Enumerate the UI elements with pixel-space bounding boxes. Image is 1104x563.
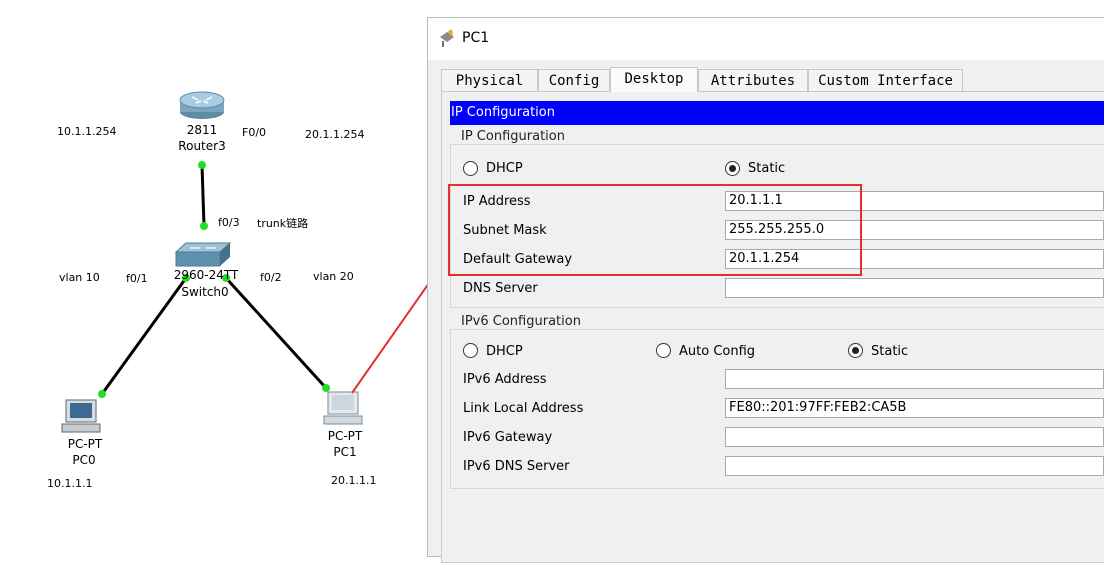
link-switch-pc1 (224, 276, 328, 390)
link-local-address-label: Link Local Address (463, 401, 584, 416)
window-title: PC1 (462, 30, 490, 46)
window-titlebar[interactable]: PC1 (428, 18, 1104, 60)
switch-model-label: 2960-24TT (173, 268, 239, 282)
dns-server-label: DNS Server (463, 281, 538, 296)
ipv6-dns-server-input[interactable] (725, 456, 1104, 476)
link-router-switch (200, 164, 206, 227)
ipv6-dhcp-radio[interactable] (463, 343, 478, 358)
link-local-address-input[interactable]: FE80::201:97FF:FEB2:CA5B (725, 398, 1104, 418)
port-dot (98, 390, 106, 398)
ipv4-dhcp-label: DHCP (486, 161, 523, 176)
ipv6-address-label: IPv6 Address (463, 372, 547, 387)
ipv6-auto-config-label: Auto Config (679, 344, 756, 359)
ipv6-address-input[interactable] (725, 369, 1104, 389)
ipv6-static-label: Static (871, 344, 909, 359)
port-left-label: f0/1 (126, 272, 148, 285)
trunk-label: trunk链路 (257, 217, 309, 230)
packet-tracer-icon (440, 29, 454, 47)
ipv6-group-title: IPv6 Configuration (458, 314, 584, 329)
ipv4-static-radio[interactable] (725, 161, 740, 176)
router-name-label: Router3 (178, 139, 226, 153)
pc1-model-label: PC-PT (327, 429, 363, 443)
ipv6-static-radio[interactable] (848, 343, 863, 358)
pc0-model-label: PC-PT (67, 437, 103, 451)
ipv4-group-title: IP Configuration (458, 129, 568, 144)
dns-server-input[interactable] (725, 278, 1104, 298)
ipv6-gateway-label: IPv6 Gateway (463, 430, 553, 445)
tab-physical[interactable]: Physical (441, 69, 538, 91)
right-gateway-label: 20.1.1.254 (305, 128, 365, 141)
pc0-ip-label: 10.1.1.1 (47, 477, 93, 490)
pc0-icon[interactable] (61, 399, 101, 433)
highlight-box (448, 184, 862, 276)
router-icon[interactable] (179, 91, 225, 119)
annotation-arrow (351, 271, 430, 394)
ipv4-dhcp-radio[interactable] (463, 161, 478, 176)
ipv6-dhcp-label: DHCP (486, 344, 523, 359)
tab-config[interactable]: Config (538, 69, 610, 91)
router-model-label: 2811 (186, 123, 218, 137)
ipv4-static-label: Static (748, 161, 786, 176)
switch-name-label: Switch0 (181, 285, 229, 299)
port-right-label: f0/2 (260, 271, 282, 284)
ip-configuration-header: IP Configuration (450, 101, 1104, 125)
router-port-label: F0/0 (242, 126, 267, 139)
left-gateway-label: 10.1.1.254 (57, 125, 117, 138)
port-dot (198, 161, 206, 169)
vlan-left-label: vlan 10 (59, 271, 100, 284)
pc1-name-label: PC1 (333, 445, 357, 459)
switch-trunk-port-label: f0/3 (218, 216, 240, 229)
vlan-right-label: vlan 20 (313, 270, 354, 283)
port-dot (200, 222, 208, 230)
ipv6-dns-server-label: IPv6 DNS Server (463, 459, 570, 474)
ipv6-auto-config-radio[interactable] (656, 343, 671, 358)
tab-custom-interface[interactable]: Custom Interface (808, 69, 963, 91)
ipv6-gateway-input[interactable] (725, 427, 1104, 447)
tab-attributes[interactable]: Attributes (698, 69, 808, 91)
pc0-name-label: PC0 (72, 453, 96, 467)
switch-icon[interactable] (174, 242, 232, 267)
pc1-icon[interactable] (323, 391, 363, 425)
pc1-ip-label: 20.1.1.1 (331, 474, 377, 487)
port-dot (322, 384, 330, 392)
tab-desktop[interactable]: Desktop (610, 67, 698, 92)
